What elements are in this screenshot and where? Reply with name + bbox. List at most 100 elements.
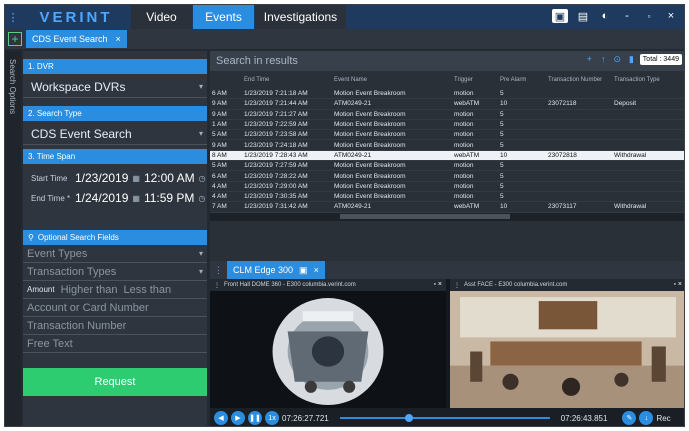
pause-icon[interactable]: ❚❚ (248, 411, 262, 425)
search-type-select[interactable]: CDS Event Search ▾ (23, 123, 207, 145)
camera-icon: ⋮ (454, 282, 460, 289)
filter-icon[interactable]: ⊙ (612, 54, 623, 65)
up-arrow-icon[interactable]: ↑ (598, 54, 609, 65)
account-number-input[interactable]: Account or Card Number (23, 299, 207, 317)
optional-search-header[interactable]: ⚲ Optional Search Fields (23, 230, 207, 245)
table-row[interactable]: 6 AM 1/23/2019 7:28:22 AM Motion Event Bre… (210, 171, 684, 182)
table-cell: 10 (500, 100, 508, 108)
less-than-input[interactable]: Less than (123, 284, 171, 296)
maximize-icon[interactable]: ▫ (642, 9, 656, 23)
event-types-select[interactable]: Event Types ▾ (23, 245, 207, 263)
export-icon[interactable]: ▮ (626, 54, 637, 65)
table-cell: 9 AM (212, 110, 227, 118)
table-cell: Motion Event Breakroom (334, 110, 406, 118)
tab-close-icon[interactable]: × (314, 265, 319, 275)
search-options-vertical-tab[interactable]: Search Options (5, 51, 21, 426)
nav-tab-video[interactable]: Video (131, 5, 193, 29)
record-label[interactable]: Rec (656, 414, 670, 423)
speed-button[interactable]: 1x (265, 411, 279, 425)
clock-icon[interactable]: ◷ (199, 174, 206, 183)
window-controls: ▣ ▤ ◐ - ▫ × (552, 9, 678, 23)
search-type-section-header: 2. Search Type (23, 106, 207, 121)
camera-icon[interactable]: ▣ (552, 9, 568, 23)
chevron-down-icon: ▾ (198, 249, 203, 258)
grip-icon[interactable]: ⋮ (210, 265, 227, 276)
download-icon[interactable]: ↓ (639, 411, 654, 425)
nav-tab-events[interactable]: Events (193, 5, 255, 29)
request-button[interactable]: Request (23, 368, 207, 396)
table-row[interactable]: 4 AM 1/23/2019 7:30:35 AM Motion Event Bre… (210, 192, 684, 203)
table-cell: 23072118 (548, 100, 577, 108)
column-header-pre-alarm[interactable]: Pre Alarm (496, 77, 544, 83)
column-header-trigger[interactable]: Trigger (450, 77, 496, 83)
table-cell: motion (454, 121, 474, 129)
clock-icon[interactable]: ◷ (198, 194, 205, 203)
column-header-event-name[interactable]: Event Name (330, 77, 450, 83)
table-row[interactable]: 6 AM 1/23/2019 7:21:18 AM Motion Event Bre… (210, 89, 684, 100)
dvr-select[interactable]: Workspace DVRs ▾ (23, 76, 207, 98)
table-row[interactable]: 5 AM 1/23/2019 7:23:58 AM Motion Event Bre… (210, 130, 684, 141)
pane-title: Front Hall DOME 360 - E300 columbia.veri… (224, 282, 356, 288)
table-cell: 1 AM (212, 121, 227, 129)
tab-cds-event-search[interactable]: CDS Event Search × (26, 30, 127, 48)
step-forward-icon[interactable]: ▶ (231, 411, 245, 425)
free-text-input[interactable]: Free Text (23, 335, 207, 353)
settings-icon[interactable]: ◐ (598, 9, 612, 23)
playback-knob[interactable] (405, 414, 414, 422)
playback-slider[interactable] (339, 414, 550, 422)
table-row[interactable]: 9 AM 1/23/2019 7:21:44 AM ATM0249-21 webATM… (210, 99, 684, 110)
pane-controls-icon[interactable]: ▫ × (433, 281, 442, 288)
start-date-input[interactable]: 1/23/2019 (75, 171, 128, 185)
start-time-input[interactable]: 12:00 AM (144, 171, 195, 185)
end-time-row: End Time * 1/24/2019 ▦ 11:59 PM ◷ (23, 188, 207, 208)
video-pane-fisheye[interactable]: ⋮ Front Hall DOME 360 - E300 columbia.ve… (210, 279, 446, 409)
tab-close-icon[interactable]: × (116, 34, 121, 44)
table-row[interactable]: 9 AM 1/23/2019 7:21:27 AM Motion Event Bre… (210, 110, 684, 120)
table-row[interactable]: 4 AM 1/23/2019 7:29:00 AM Motion Event Bre… (210, 182, 684, 192)
optional-search-label: Optional Search Fields (37, 233, 119, 242)
table-row[interactable]: 8 AM 1/23/2019 7:28:43 AM ATM0249-21 webATM… (210, 150, 684, 162)
edit-icon[interactable]: ✎ (622, 411, 637, 425)
end-time-input[interactable]: 11:59 PM (144, 191, 194, 205)
dvr-select-value: Workspace DVRs (31, 79, 126, 94)
transaction-number-input[interactable]: Transaction Number (23, 317, 207, 335)
lobby-video-frame (450, 291, 684, 409)
table-cell: 5 AM (212, 162, 227, 170)
step-back-icon[interactable]: ◀ (214, 411, 228, 425)
higher-than-input[interactable]: Higher than (61, 284, 118, 296)
tab-clm-edge-300[interactable]: CLM Edge 300 ▣ × (227, 261, 325, 279)
results-search-input[interactable]: Search in results + ↑ ⊙ ▮ Total : 3449 (210, 51, 684, 71)
horizontal-scrollbar[interactable] (210, 212, 684, 221)
message-icon[interactable]: ▤ (576, 9, 590, 23)
table-cell: 5 (500, 131, 504, 139)
start-time-label: Start Time (31, 173, 68, 183)
pane-controls-icon[interactable]: ▫ × (673, 281, 682, 288)
nav-tab-investigations[interactable]: Investigations (255, 5, 347, 29)
transaction-types-select[interactable]: Transaction Types ▾ (23, 263, 207, 281)
table-cell: Motion Event Breakroom (334, 131, 406, 139)
table-row[interactable]: 7 AM 1/23/2019 7:31:42 AM ATM0249-21 webATM… (210, 202, 684, 213)
table-row[interactable]: 9 AM 1/23/2019 7:24:18 AM Motion Event Bre… (210, 140, 684, 151)
table-cell: Withdrawal (614, 151, 647, 159)
scrollbar-thumb[interactable] (340, 213, 510, 219)
column-header-transaction-type[interactable]: Transaction Type (610, 77, 680, 83)
calendar-icon[interactable]: ▦ (132, 174, 140, 183)
minimize-icon[interactable]: - (620, 9, 634, 23)
pane-title: Asst FACE - E300 columbia.verint.com (464, 282, 568, 288)
calendar-icon[interactable]: ▦ (132, 194, 140, 203)
search-options-panel: 1. DVR Workspace DVRs ▾ 2. Search Type C… (23, 51, 207, 426)
add-tab-icon[interactable]: + (8, 32, 22, 46)
add-icon[interactable]: + (584, 54, 595, 65)
video-pane-lobby[interactable]: ⋮ Asst FACE - E300 columbia.verint.com ▫… (450, 279, 684, 409)
table-cell: 5 (500, 182, 504, 190)
end-date-input[interactable]: 1/24/2019 (75, 191, 128, 205)
table-cell: 1/23/2019 7:28:22 AM (244, 172, 308, 180)
column-header-transaction-number[interactable]: Transaction Number (544, 77, 610, 83)
close-icon[interactable]: × (664, 9, 678, 23)
menu-grip-icon[interactable]: ⋮ (5, 11, 21, 24)
table-cell: 5 AM (212, 131, 227, 139)
column-header-end-time[interactable]: End Time (240, 77, 330, 83)
table-row[interactable]: 1 AM 1/23/2019 7:22:59 AM Motion Event Bre… (210, 120, 684, 131)
table-cell: 1/23/2019 7:24:18 AM (244, 141, 308, 149)
table-row[interactable]: 5 AM 1/23/2019 7:27:59 AM Motion Event Bre… (210, 161, 684, 172)
